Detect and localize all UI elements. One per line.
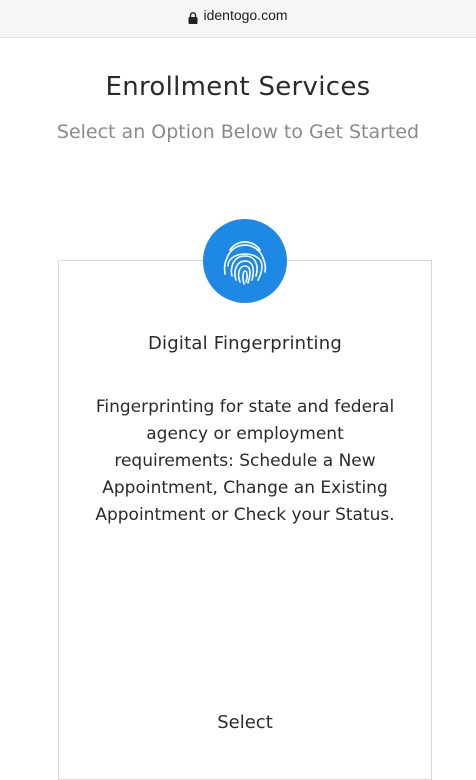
select-button[interactable]: Select xyxy=(58,706,432,738)
fingerprint-icon xyxy=(203,219,287,303)
page-subtitle: Select an Option Below to Get Started xyxy=(56,121,420,143)
address-bar[interactable]: identogo.com xyxy=(0,0,476,30)
lock-icon xyxy=(188,9,198,24)
card-title: Digital Fingerprinting xyxy=(148,333,342,354)
url-text: identogo.com xyxy=(203,7,288,23)
card-description: Fingerprinting for state and federal age… xyxy=(95,397,395,525)
page-title: Enrollment Services xyxy=(105,72,371,102)
browser-toolbar: identogo.com xyxy=(0,0,476,38)
